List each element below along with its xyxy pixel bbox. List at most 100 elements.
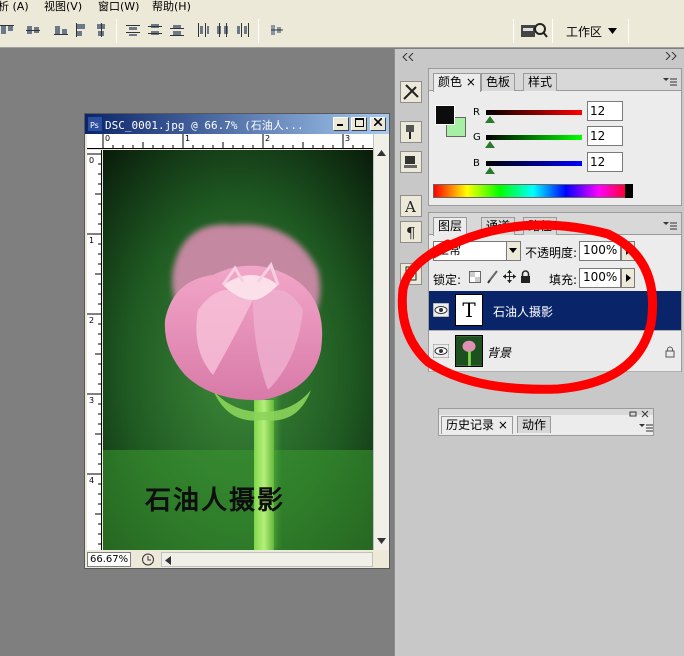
toolbar-separator — [628, 19, 629, 43]
b-slider[interactable] — [486, 161, 582, 166]
close-button[interactable] — [370, 117, 386, 131]
ruler-ticks — [102, 134, 364, 149]
scroll-left-icon[interactable] — [165, 556, 171, 565]
r-label: R — [473, 107, 480, 118]
history-panel-header[interactable] — [439, 409, 653, 415]
tab-label: 历史记录 — [446, 418, 495, 432]
lotus-photo-canvas[interactable]: 石油人摄影 — [103, 150, 373, 550]
panel-menu-icon[interactable] — [663, 221, 677, 231]
align-top-icon[interactable] — [0, 23, 14, 37]
scroll-up-icon[interactable] — [377, 150, 386, 156]
distribute-left-icon[interactable] — [196, 23, 210, 37]
panel-menu-icon[interactable] — [639, 423, 653, 433]
photoshop-doc-icon: Ps — [88, 117, 102, 131]
red-circle-annotation — [397, 220, 658, 394]
ruler-label: 3 — [345, 134, 351, 143]
ruler-label: 4 — [89, 476, 95, 485]
collapse-panels-icon[interactable] — [662, 52, 680, 60]
ruler-label: 2 — [265, 134, 271, 143]
align-vcenter-icon[interactable] — [26, 23, 40, 37]
spectrum-black-swatch[interactable] — [625, 184, 633, 198]
horizontal-scrollbar[interactable] — [161, 552, 373, 567]
maximize-button[interactable] — [351, 117, 367, 131]
bridge-browse-icon[interactable] — [520, 21, 548, 41]
svg-text:Ps: Ps — [90, 121, 99, 130]
maximize-icon — [354, 118, 364, 127]
document-title: DSC_0001.jpg @ 66.7% (石油人... — [105, 119, 304, 132]
ruler-label: 0 — [89, 156, 95, 165]
tab-history[interactable]: 历史记录 × — [441, 416, 513, 434]
close-icon — [373, 117, 383, 127]
tools-icon — [403, 84, 419, 100]
panel-window-controls-icon[interactable] — [629, 410, 651, 418]
ruler-label: 2 — [89, 316, 95, 325]
toolbar-separator — [552, 19, 553, 43]
align-bottom-icon[interactable] — [54, 23, 68, 37]
tab-styles[interactable]: 样式 — [523, 73, 558, 91]
foreground-color-swatch[interactable] — [435, 105, 455, 125]
r-value-input[interactable]: 12 — [587, 101, 623, 121]
zoom-input[interactable]: 66.67% — [87, 552, 131, 567]
r-slider[interactable] — [486, 110, 582, 115]
dock-brushes-button[interactable] — [400, 121, 422, 143]
menu-window[interactable]: 窗口(W) — [98, 0, 139, 14]
document-status-bar: 66.67% — [87, 551, 389, 568]
document-window: Ps DSC_0001.jpg @ 66.7% (石油人... 0 1 2 3 … — [84, 113, 390, 569]
distribute-hcenter-icon[interactable] — [216, 23, 230, 37]
b-slider-thumb[interactable] — [485, 167, 495, 174]
workspace-button[interactable]: 工作区 — [557, 17, 625, 45]
g-label: G — [473, 132, 481, 143]
panel-menu-icon[interactable] — [663, 77, 677, 87]
menu-analysis[interactable]: 析 (A) — [0, 0, 29, 14]
ruler-label: 1 — [89, 236, 95, 245]
r-slider-thumb[interactable] — [485, 116, 495, 123]
layer-lock-icon — [665, 346, 675, 358]
scroll-down-icon[interactable] — [377, 538, 386, 544]
dock-navigator-button[interactable] — [400, 81, 422, 103]
history-panel: 历史记录 × 动作 — [438, 408, 654, 436]
tab-label: 颜色 — [438, 75, 463, 89]
menu-help[interactable]: 帮助(H) — [152, 0, 191, 14]
vertical-scrollbar[interactable] — [373, 134, 389, 550]
color-spectrum-bar[interactable] — [433, 184, 633, 198]
auto-align-icon[interactable] — [270, 23, 284, 37]
watermark-text: 石油人摄影 — [145, 486, 286, 516]
align-left-icon[interactable] — [74, 23, 88, 37]
color-panel-tabs: 颜色 × 色板 样式 — [429, 69, 681, 92]
g-value-input[interactable]: 12 — [587, 126, 623, 146]
distribute-bottom-icon[interactable] — [170, 23, 184, 37]
tab-actions[interactable]: 动作 — [517, 416, 552, 433]
g-slider-thumb[interactable] — [485, 141, 495, 148]
document-titlebar[interactable]: Ps DSC_0001.jpg @ 66.7% (石油人... — [85, 114, 389, 134]
tab-swatches[interactable]: 色板 — [481, 73, 516, 91]
minimize-icon — [337, 124, 343, 126]
chevron-down-icon — [608, 28, 618, 34]
ruler-label: 3 — [89, 396, 95, 405]
options-bar: 工作区 — [0, 14, 684, 48]
brush-icon — [406, 125, 414, 139]
toolbar-separator — [258, 19, 259, 43]
ruler-label: 0 — [105, 134, 111, 143]
ruler-label: 1 — [185, 134, 191, 143]
collapse-dock-icon[interactable] — [399, 53, 421, 61]
tab-color[interactable]: 颜色 × — [433, 73, 481, 92]
distribute-right-icon[interactable] — [236, 23, 250, 37]
minimize-button[interactable] — [333, 117, 349, 131]
tab-label: 动作 — [522, 418, 547, 432]
character-icon: A — [404, 198, 416, 216]
stamp-icon — [404, 156, 417, 168]
workspace-label: 工作区 — [566, 24, 603, 39]
align-hcenter-icon[interactable] — [94, 23, 108, 37]
dock-clone-button[interactable] — [400, 151, 422, 173]
menu-view[interactable]: 视图(V) — [44, 0, 82, 14]
status-info-icon[interactable] — [141, 553, 155, 566]
ruler-ticks — [87, 153, 102, 545]
b-value-input[interactable]: 12 — [587, 152, 623, 172]
tab-label: 样式 — [528, 75, 553, 89]
distribute-top-icon[interactable] — [126, 23, 140, 37]
g-slider[interactable] — [486, 135, 582, 140]
distribute-vcenter-icon[interactable] — [148, 23, 162, 37]
color-panel: 颜色 × 色板 样式 R 12 G 12 B 12 — [428, 68, 682, 206]
menu-bar: 析 (A) 视图(V) 窗口(W) 帮助(H) — [0, 0, 684, 14]
b-label: B — [473, 158, 480, 169]
